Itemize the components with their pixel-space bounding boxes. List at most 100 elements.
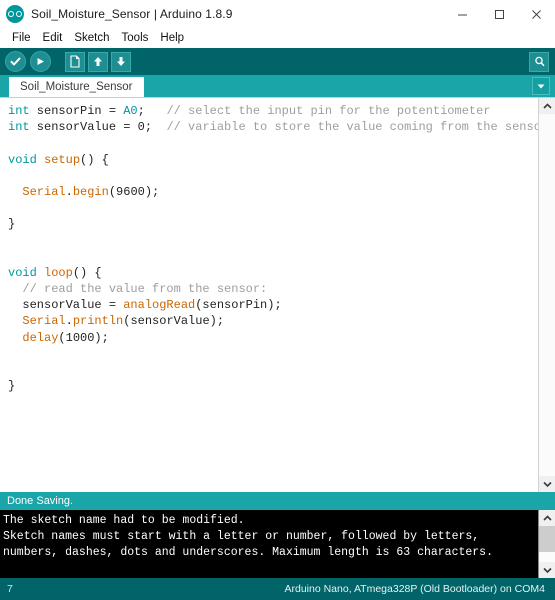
code-token: // select the input pin for the potentio… — [166, 104, 491, 118]
console-scroll-track[interactable] — [539, 552, 555, 562]
code-token: // read the value from the sensor: — [22, 282, 268, 297]
code-token: . — [65, 184, 73, 199]
code-token: (9600); — [108, 184, 160, 199]
code-token: . — [65, 314, 73, 329]
code-token: } — [8, 217, 16, 232]
tab-strip: Soil_Moisture_Sensor — [0, 75, 555, 97]
tab-label: Soil_Moisture_Sensor — [20, 81, 133, 93]
tab-menu-button[interactable] — [532, 77, 550, 95]
code-token: int — [8, 120, 30, 135]
chevron-down-icon — [536, 77, 546, 95]
code-line: Serial.println(sensorValue); — [8, 313, 538, 329]
code-token: (sensorValue); — [123, 314, 225, 329]
console-scroll-thumb[interactable] — [539, 526, 555, 552]
code-token: // variable to store the value coming fr… — [166, 120, 538, 135]
serial-monitor-button[interactable] — [529, 51, 549, 72]
verify-button[interactable] — [5, 51, 26, 72]
status-message: Done Saving. — [0, 492, 555, 510]
code-line: void loop() { — [8, 265, 538, 281]
code-token: ; — [137, 104, 167, 118]
code-token: void — [8, 265, 37, 280]
code-line: int sensorValue = 0; // variable to stor… — [8, 119, 538, 135]
arrow-up-icon — [92, 55, 104, 68]
code-token: int — [8, 104, 30, 118]
console-area: The sketch name had to be modified. Sketc… — [0, 510, 555, 578]
scroll-up-icon[interactable] — [539, 98, 555, 114]
code-token: begin — [72, 184, 109, 199]
code-token: } — [8, 379, 16, 394]
console-scroll-down-icon[interactable] — [539, 562, 555, 578]
open-button[interactable] — [88, 51, 108, 72]
menu-item-sketch[interactable]: Sketch — [68, 29, 115, 48]
code-token: loop — [44, 265, 73, 280]
new-button[interactable] — [65, 51, 85, 72]
code-line: void setup() { — [8, 152, 538, 168]
save-button[interactable] — [111, 51, 131, 72]
code-line: delay(1000); — [8, 330, 538, 346]
code-line: } — [8, 378, 538, 394]
window-title: Soil_Moisture_Sensor | Arduino 1.8.9 — [31, 7, 233, 21]
code-token: (1000); — [58, 330, 109, 345]
minimize-icon[interactable] — [444, 0, 481, 28]
code-token: println — [72, 314, 124, 329]
code-editor[interactable]: int sensorPin = A0; // select the input … — [0, 98, 538, 492]
toolbar — [0, 48, 555, 75]
editor-scrollbar[interactable] — [538, 98, 555, 492]
status-message-text: Done Saving. — [7, 495, 74, 507]
status-bar: 7 Arduino Nano, ATmega328P (Old Bootload… — [0, 578, 555, 600]
code-token: setup — [44, 152, 81, 167]
menu-bar: File Edit Sketch Tools Help — [0, 29, 555, 48]
menu-item-help[interactable]: Help — [154, 29, 190, 48]
check-icon — [9, 55, 22, 68]
code-line: int sensorPin = A0; // select the input … — [8, 103, 538, 119]
console-scroll-up-icon[interactable] — [539, 510, 555, 526]
arduino-logo-icon — [6, 5, 24, 23]
close-icon[interactable] — [518, 0, 555, 28]
upload-button[interactable] — [30, 51, 51, 72]
magnifier-icon — [533, 55, 546, 68]
code-token: A0 — [123, 104, 138, 118]
console-output[interactable]: The sketch name had to be modified. Sketc… — [0, 510, 538, 578]
code-line: sensorValue = analogRead(sensorPin); — [8, 297, 538, 313]
file-icon — [69, 55, 81, 68]
editor-area: int sensorPin = A0; // select the input … — [0, 97, 555, 492]
code-token: void — [8, 152, 37, 167]
code-line: // read the value from the sensor: — [8, 281, 538, 297]
arrow-down-icon — [115, 55, 127, 68]
console-line: The sketch name had to be modified. — [3, 514, 245, 527]
code-token: sensorValue = — [8, 298, 124, 313]
code-token: Serial — [22, 184, 66, 199]
maximize-icon[interactable] — [481, 0, 518, 28]
code-token: sensorPin = — [29, 104, 124, 118]
code-line: Serial.begin(9600); — [8, 184, 538, 200]
console-line: Sketch names must start with a letter or… — [3, 530, 480, 543]
code-line: } — [8, 216, 538, 232]
code-token: delay — [22, 330, 59, 345]
title-bar: Soil_Moisture_Sensor | Arduino 1.8.9 — [0, 0, 555, 29]
arrow-right-icon — [34, 55, 47, 68]
tab-soil-moisture-sensor[interactable]: Soil_Moisture_Sensor — [9, 77, 144, 97]
code-token: () { — [72, 265, 102, 280]
menu-item-edit[interactable]: Edit — [37, 29, 69, 48]
board-info: Arduino Nano, ATmega328P (Old Bootloader… — [284, 583, 545, 595]
menu-item-tools[interactable]: Tools — [116, 29, 155, 48]
editor-scroll-track[interactable] — [539, 114, 555, 476]
code-token: () { — [80, 152, 109, 167]
code-token: (sensorPin); — [195, 298, 282, 313]
code-token: Serial — [22, 314, 66, 329]
scroll-down-icon[interactable] — [539, 476, 555, 492]
console-scrollbar[interactable] — [538, 510, 555, 578]
window-controls — [444, 0, 555, 28]
menu-item-file[interactable]: File — [6, 29, 37, 48]
